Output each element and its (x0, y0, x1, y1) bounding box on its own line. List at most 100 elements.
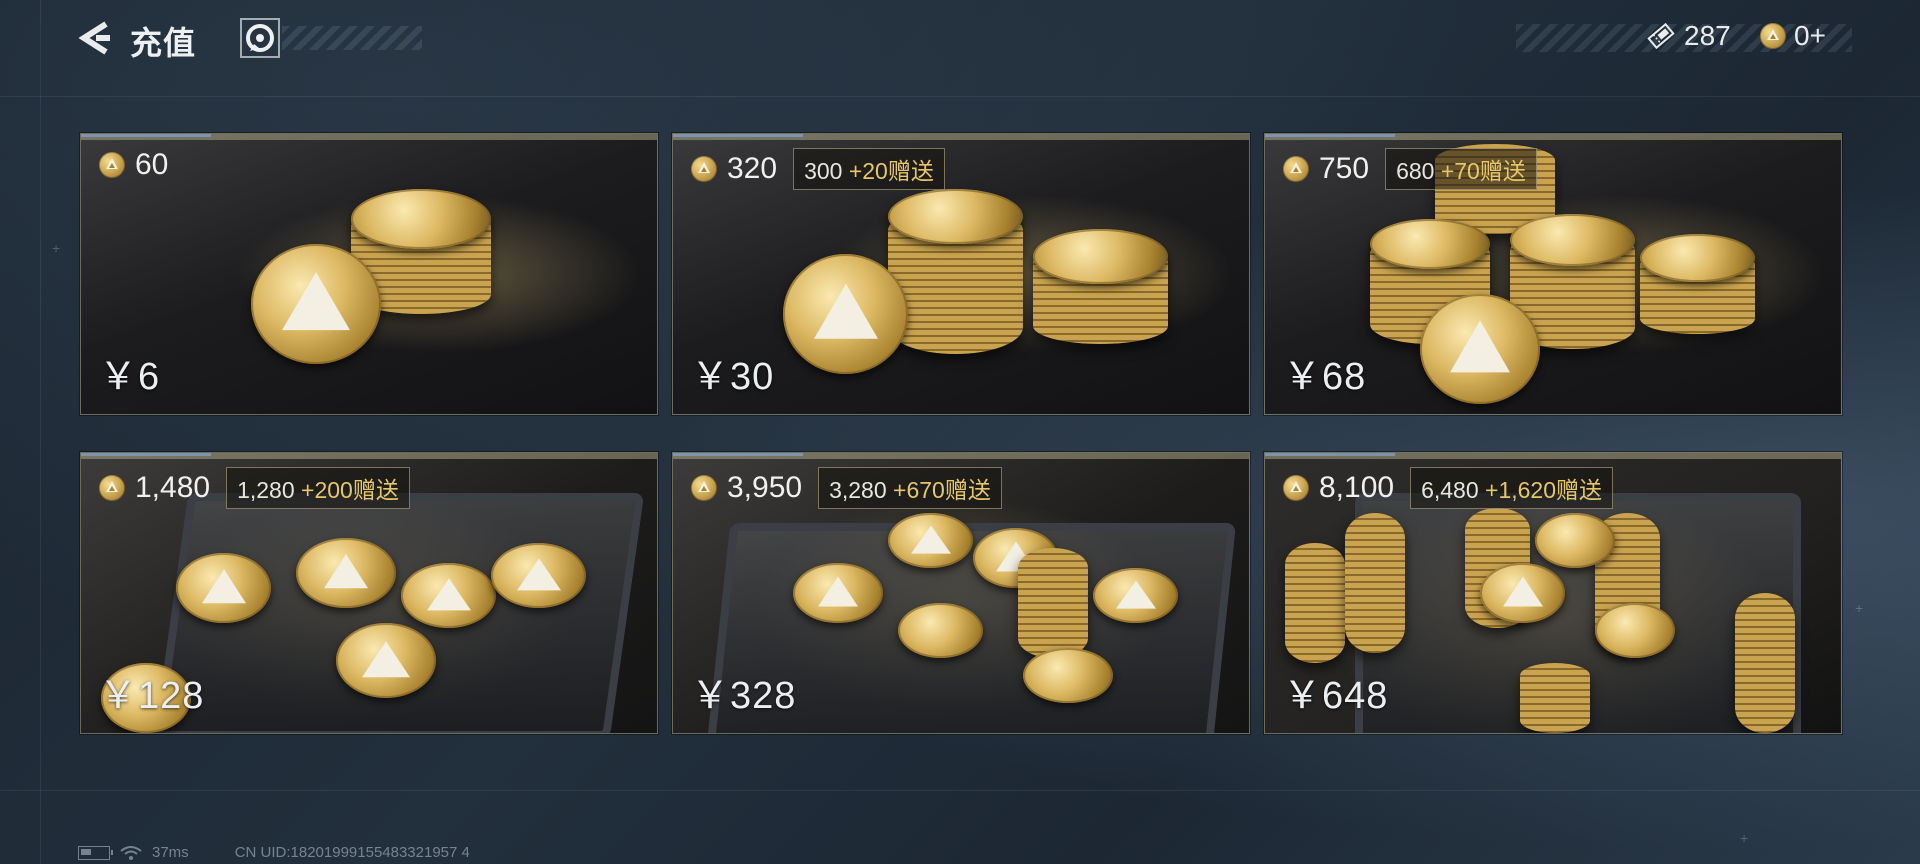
coin-image (251, 244, 381, 364)
package-card-60[interactable]: 60 ￥6 (80, 133, 658, 415)
bonus-badge: 6,480 +1,620赠送 (1410, 467, 1614, 509)
package-price: ￥68 (1283, 356, 1367, 398)
package-amount: 60 (135, 148, 169, 181)
bonus-base: 1,280 (237, 477, 302, 503)
package-amount-row: 60 (99, 148, 168, 182)
card-top-strip (81, 134, 657, 140)
package-price: ￥128 (99, 675, 205, 717)
coin-image (1535, 513, 1615, 568)
card-top-strip (1265, 453, 1841, 459)
coin-image (1510, 214, 1635, 266)
coin-icon (1283, 475, 1309, 501)
ping-readout: 37ms (152, 844, 189, 861)
package-amount-row: 3,950 3,280 +670赠送 (691, 467, 1002, 509)
bonus-base: 300 (804, 158, 849, 184)
bonus-base: 3,280 (829, 477, 894, 503)
bonus-badge: 300 +20赠送 (793, 148, 945, 190)
coin-image (1595, 603, 1675, 658)
bonus-base: 680 (1396, 158, 1441, 184)
package-amount-row: 1,480 1,280 +200赠送 (99, 467, 410, 509)
bg-divider (0, 96, 1920, 97)
package-card-3950[interactable]: 3,950 3,280 +670赠送 ￥328 (672, 452, 1250, 734)
package-price: ￥6 (99, 356, 161, 398)
package-amount-row: 320 300 +20赠送 (691, 148, 945, 190)
coin-stack-image (1520, 663, 1590, 733)
coin-image (1420, 294, 1540, 404)
bg-crosshair: + (1740, 830, 1749, 846)
coin-image (1033, 229, 1168, 284)
support-icon (240, 18, 280, 58)
header-decoration (282, 26, 422, 50)
top-bar: 充值 287 0+ (0, 0, 1920, 80)
back-arrow-icon (78, 21, 110, 55)
coin-icon (691, 156, 717, 182)
coin-image (1023, 648, 1113, 703)
ticket-count: 287 (1684, 20, 1731, 51)
coin-image (336, 623, 436, 698)
coin-balance[interactable]: 0+ (1760, 20, 1826, 52)
coin-icon (1283, 156, 1309, 182)
coin-image (1093, 568, 1178, 623)
bonus-badge: 680 +70赠送 (1385, 148, 1537, 190)
bonus-add: +1,620赠送 (1485, 477, 1603, 503)
coin-stack-image (1735, 593, 1795, 733)
card-top-strip (673, 134, 1249, 140)
coin-count: 0+ (1794, 20, 1826, 51)
coin-image (898, 603, 983, 658)
ticket-icon (1647, 22, 1675, 50)
coin-image (296, 538, 396, 608)
package-amount: 750 (1319, 152, 1370, 185)
bonus-add: +70赠送 (1440, 158, 1526, 184)
ticket-balance[interactable]: 287 (1646, 20, 1731, 52)
coin-image (783, 254, 908, 374)
coin-image (793, 563, 883, 623)
card-top-strip (673, 453, 1249, 459)
bonus-add: +200赠送 (301, 477, 399, 503)
coin-image (491, 543, 586, 608)
package-amount: 3,950 (727, 471, 803, 504)
bg-crosshair: + (1855, 600, 1864, 616)
package-card-750[interactable]: 750 680 +70赠送 ￥68 (1264, 133, 1842, 415)
package-card-8100[interactable]: 8,100 6,480 +1,620赠送 ￥648 (1264, 452, 1842, 734)
bonus-base: 6,480 (1421, 477, 1486, 503)
package-amount: 8,100 (1319, 471, 1395, 504)
coin-image (888, 189, 1023, 244)
card-top-strip (81, 453, 657, 459)
package-amount-row: 750 680 +70赠送 (1283, 148, 1537, 190)
card-top-strip (1265, 134, 1841, 140)
bonus-badge: 3,280 +670赠送 (818, 467, 1002, 509)
coin-image (1640, 234, 1755, 282)
bg-crosshair: + (52, 240, 61, 256)
page-title: 充值 (130, 25, 197, 61)
package-price: ￥328 (691, 675, 797, 717)
package-card-1480[interactable]: 1,480 1,280 +200赠送 ￥128 (80, 452, 658, 734)
package-price: ￥30 (691, 356, 775, 398)
coin-image (351, 189, 491, 249)
package-amount: 320 (727, 152, 778, 185)
coin-icon (1760, 23, 1786, 49)
status-footer: 37ms CN UID:18201999155483321957 4 (78, 844, 470, 861)
coin-stack-image (1018, 548, 1088, 658)
coin-icon (691, 475, 717, 501)
coin-image (176, 553, 271, 623)
battery-icon (78, 845, 113, 860)
package-amount: 1,480 (135, 471, 211, 504)
coin-image (1480, 563, 1565, 623)
bonus-badge: 1,280 +200赠送 (226, 467, 410, 509)
wifi-icon (120, 845, 142, 860)
package-price: ￥648 (1283, 675, 1389, 717)
coin-stack-image (1345, 513, 1405, 653)
coin-stack-image (1285, 543, 1345, 663)
bg-divider (0, 790, 1920, 791)
bonus-add: +670赠送 (893, 477, 991, 503)
back-button[interactable] (78, 18, 114, 58)
coin-image (401, 563, 496, 628)
coin-image (1370, 219, 1490, 269)
package-card-320[interactable]: 320 300 +20赠送 ￥30 (672, 133, 1250, 415)
coin-icon (99, 152, 125, 178)
coin-image (888, 513, 973, 568)
coin-icon (99, 475, 125, 501)
user-uid: CN UID:18201999155483321957 4 (234, 844, 470, 861)
package-amount-row: 8,100 6,480 +1,620赠送 (1283, 467, 1614, 509)
support-button[interactable] (240, 18, 280, 58)
